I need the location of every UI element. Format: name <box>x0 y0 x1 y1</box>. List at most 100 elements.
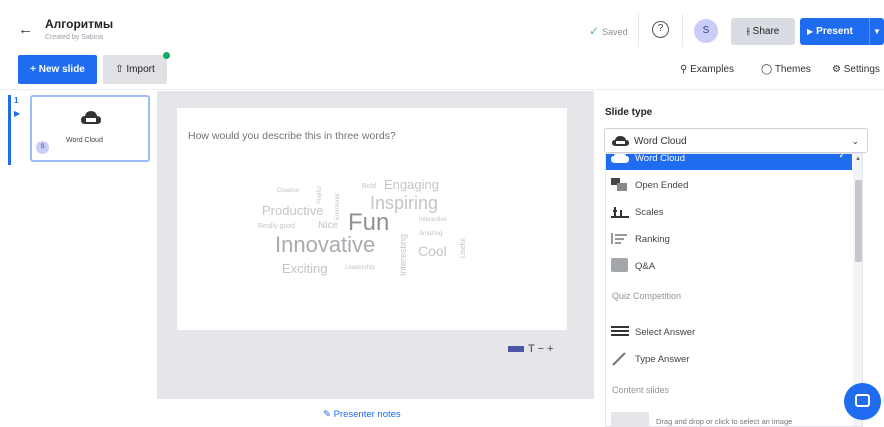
import-button[interactable]: ⇧ Import <box>103 55 167 84</box>
slide-canvas-area: How would you describe this in three wor… <box>157 91 594 427</box>
examples-link[interactable]: ⚲ Examples <box>680 64 734 75</box>
scrollbar-thumb[interactable] <box>855 180 862 262</box>
option-qa[interactable]: Q&A <box>606 254 852 278</box>
settings-link[interactable]: ⚙ Settings <box>832 64 880 75</box>
cloud-word: Engaging <box>384 177 439 192</box>
chevron-down-icon[interactable]: ▼ <box>869 18 884 45</box>
option-label: Q&A <box>635 261 656 272</box>
slide-selection-bar <box>8 95 11 165</box>
share-label: Share <box>752 26 780 37</box>
check-icon: ✓ <box>838 153 846 160</box>
slide-type-value: Word Cloud <box>634 136 687 147</box>
thumbnail-avatar: S <box>36 141 49 154</box>
chat-bubble-icon <box>855 394 870 407</box>
select-answer-icon <box>611 326 629 336</box>
play-icon: ▶ <box>807 27 814 36</box>
word-cloud-icon <box>611 154 629 163</box>
slide-thumbnail[interactable]: Word Cloud S <box>30 95 150 162</box>
slide-preview[interactable]: How would you describe this in three wor… <box>177 108 567 330</box>
chevron-down-icon[interactable]: ⌄ <box>851 136 859 147</box>
presenter-notes-link[interactable]: ✎ Presenter notes <box>323 409 401 420</box>
current-slide-marker-icon: ▶ <box>14 109 21 118</box>
cloud-word: Exciting <box>282 261 328 276</box>
help-icon[interactable]: ? <box>652 21 669 38</box>
option-open-ended[interactable]: Open Ended <box>606 173 852 197</box>
cloud-word: Interactive <box>419 217 447 223</box>
present-label: Present <box>816 26 853 37</box>
themes-link[interactable]: ◯ Themes <box>761 64 811 75</box>
word-cloud: Creative Playful Emotional Bold Engaging… <box>177 108 567 330</box>
slide-list: 1 ▶ Word Cloud S <box>0 91 157 427</box>
share-icon: ⫲ <box>746 26 750 37</box>
slide-type-dropdown: Word Cloud ✓ Open Ended Scales Ranking Q… <box>605 153 863 427</box>
qa-icon <box>611 258 628 272</box>
slide-type-heading: Slide type <box>605 107 653 118</box>
option-label: Open Ended <box>635 180 689 191</box>
scales-icon <box>611 207 629 218</box>
presentation-subtitle: Created by Sabina <box>45 34 103 41</box>
thumbnail-label: Word Cloud <box>66 137 103 144</box>
dropzone-text: Drag and drop or click to select an imag… <box>656 417 793 426</box>
cloud-word: Useful <box>460 238 467 258</box>
header-divider <box>638 14 639 47</box>
canvas-tools: T − + <box>508 343 553 355</box>
cloud-word: Interesting <box>398 233 408 276</box>
option-scales[interactable]: Scales <box>606 200 852 224</box>
cloud-word: Amazing <box>419 231 443 237</box>
editor-toolbar: + New slide ⇧ Import ⚲ Examples ◯ Themes… <box>0 52 884 90</box>
cloud-word: Bold <box>362 183 377 190</box>
cloud-word: Really good <box>258 223 295 230</box>
back-arrow-icon[interactable]: ← <box>18 21 33 38</box>
presenter-notes-bar: ✎ Presenter notes <box>157 398 594 427</box>
cloud-word: Playful <box>317 185 323 204</box>
present-button[interactable]: ▶ Present ▼ <box>800 18 884 45</box>
user-avatar[interactable]: S <box>694 19 718 43</box>
quiz-section-label: Quiz Competition <box>612 291 682 301</box>
saved-label: Saved <box>602 27 628 37</box>
header-divider <box>682 14 683 47</box>
presenter-notes-label: Presenter notes <box>333 409 401 420</box>
option-label: Type Answer <box>635 354 690 365</box>
lightbulb-icon: ⚲ <box>680 64 688 75</box>
presentation-title[interactable]: Алгоритмы <box>45 17 113 31</box>
option-word-cloud[interactable]: Word Cloud ✓ <box>606 153 852 170</box>
gear-icon: ⚙ <box>832 64 841 75</box>
text-size-controls[interactable]: T − + <box>528 343 553 355</box>
pencil-icon: ✎ <box>323 409 331 420</box>
top-header: ← Алгоритмы Created by Sabina ✓ Saved ? S… <box>0 0 884 52</box>
cloud-word: Nice <box>318 220 339 231</box>
option-label: Ranking <box>635 234 670 245</box>
cloud-word: Productive <box>262 203 324 218</box>
word-cloud-icon <box>81 111 101 124</box>
app-root: ← Алгоритмы Created by Sabina ✓ Saved ? S… <box>0 0 884 427</box>
cloud-word: Creative <box>277 188 300 194</box>
open-ended-icon <box>611 178 627 191</box>
ranking-icon <box>611 233 627 244</box>
type-answer-icon <box>612 352 626 366</box>
cloud-word: Emotional <box>335 193 341 220</box>
slide-settings-panel: Slide type Word Cloud ⌄ Word Cloud ✓ Ope… <box>594 91 884 427</box>
beta-badge <box>508 346 524 353</box>
image-dropzone[interactable]: Drag and drop or click to select an imag… <box>611 412 821 426</box>
option-label: Select Answer <box>635 327 696 338</box>
saved-status: ✓ Saved <box>589 24 628 38</box>
import-label: Import <box>126 64 155 75</box>
option-type-answer[interactable]: Type Answer <box>606 347 852 371</box>
themes-label: Themes <box>774 64 811 75</box>
chat-button[interactable] <box>844 383 881 420</box>
content-section-label: Content slides <box>612 385 670 395</box>
option-select-answer[interactable]: Select Answer <box>606 320 852 344</box>
settings-label: Settings <box>843 64 880 75</box>
new-slide-button[interactable]: + New slide <box>18 55 97 84</box>
palette-icon: ◯ <box>761 64 773 75</box>
slide-type-select[interactable]: Word Cloud ⌄ <box>604 128 868 153</box>
option-label: Scales <box>635 207 664 218</box>
share-button[interactable]: ⫲ Share <box>731 18 795 45</box>
cloud-word: Innovative <box>275 232 376 257</box>
option-ranking[interactable]: Ranking <box>606 227 852 251</box>
image-placeholder <box>611 412 649 426</box>
slide-number: 1 <box>14 96 19 105</box>
option-label: Word Cloud <box>635 153 685 164</box>
scroll-up-icon[interactable]: ▲ <box>855 156 861 162</box>
check-icon: ✓ <box>589 24 600 38</box>
